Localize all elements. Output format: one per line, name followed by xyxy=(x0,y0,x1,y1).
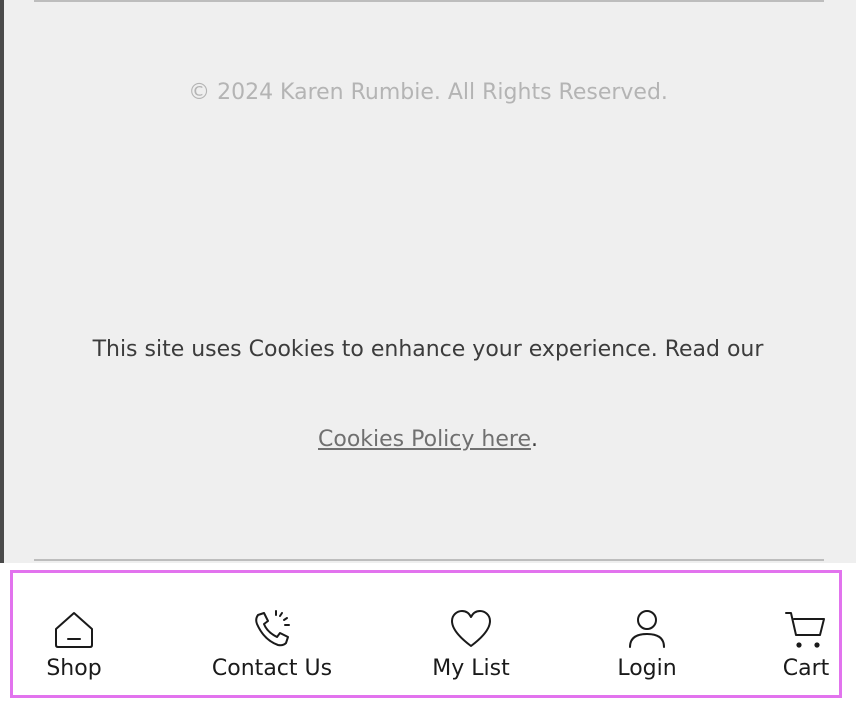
phone-icon xyxy=(248,605,296,653)
nav-label-contact-us: Contact Us xyxy=(211,656,333,681)
heart-icon xyxy=(447,605,495,653)
nav-label-login: Login xyxy=(617,656,677,681)
cookie-period: . xyxy=(530,427,538,452)
home-icon xyxy=(50,605,98,653)
page: © 2024 Karen Rumbie. All Rights Reserved… xyxy=(0,0,856,708)
nav-item-shop[interactable]: Shop xyxy=(38,573,110,701)
cart-icon xyxy=(782,605,830,653)
copyright-text: © 2024 Karen Rumbie. All Rights Reserved… xyxy=(188,80,668,105)
nav-label-shop: Shop xyxy=(46,656,102,681)
nav-item-contact-us[interactable]: Contact Us xyxy=(208,573,336,701)
nav-label-my-list: My List xyxy=(432,656,510,681)
user-icon xyxy=(623,605,671,653)
bottom-navigation: Shop Contact Us My List Login Cart xyxy=(0,563,856,708)
cookies-policy-link[interactable]: Cookies Policy here xyxy=(318,427,531,452)
nav-item-cart[interactable]: Cart xyxy=(777,573,835,701)
nav-label-cart: Cart xyxy=(782,656,830,681)
bottom-divider xyxy=(34,559,824,561)
cookie-notice-text: This site uses Cookies to enhance your e… xyxy=(92,337,764,362)
nav-item-my-list[interactable]: My List xyxy=(425,573,517,701)
top-divider xyxy=(34,0,824,2)
bottom-nav-highlight-frame: Shop Contact Us My List Login Cart xyxy=(10,570,842,698)
cookie-link-line: Cookies Policy here. xyxy=(0,427,856,452)
nav-item-login[interactable]: Login xyxy=(610,573,684,701)
